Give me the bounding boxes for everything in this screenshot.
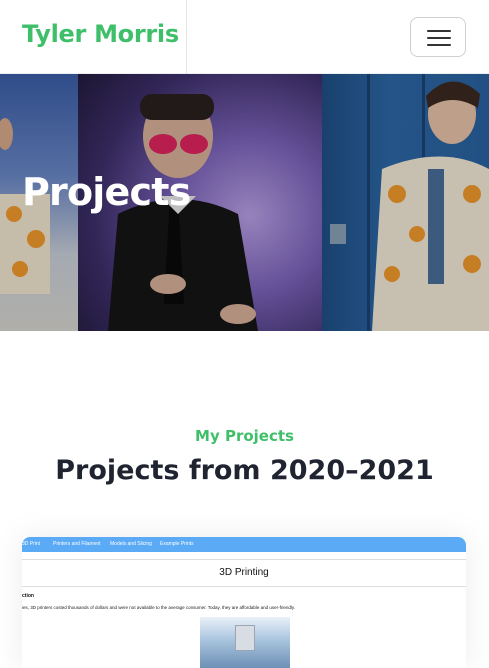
preview-paragraph: ies, 3D printers costed thousands of dol…	[22, 605, 296, 610]
hero-banner: Projects	[0, 74, 489, 331]
preview-3d-printer-image	[200, 617, 290, 668]
preview-section-label: ction	[22, 593, 34, 599]
printer-nozzle-icon	[235, 625, 255, 651]
preview-nav-item: Example Prints	[160, 541, 194, 547]
section-subtitle: My Projects	[195, 427, 294, 445]
nav-divider	[186, 0, 187, 74]
menu-toggle-button[interactable]	[410, 17, 466, 57]
preview-nav-bar: 3D Print Printers and Filament Models an…	[22, 537, 466, 552]
preview-heading: 3D Printing	[22, 559, 466, 587]
navbar: Tyler Morris	[0, 0, 489, 74]
preview-nav-item: Printers and Filament	[53, 541, 101, 547]
preview-nav-item: Models and Slicing	[110, 541, 152, 547]
project-card[interactable]: 3D Print Printers and Filament Models an…	[22, 537, 466, 668]
section-title: Projects from 2020–2021	[55, 455, 434, 486]
preview-nav-item: 3D Print	[22, 541, 41, 547]
brand-link[interactable]: Tyler Morris	[22, 20, 179, 48]
hero-title: Projects	[22, 170, 191, 214]
